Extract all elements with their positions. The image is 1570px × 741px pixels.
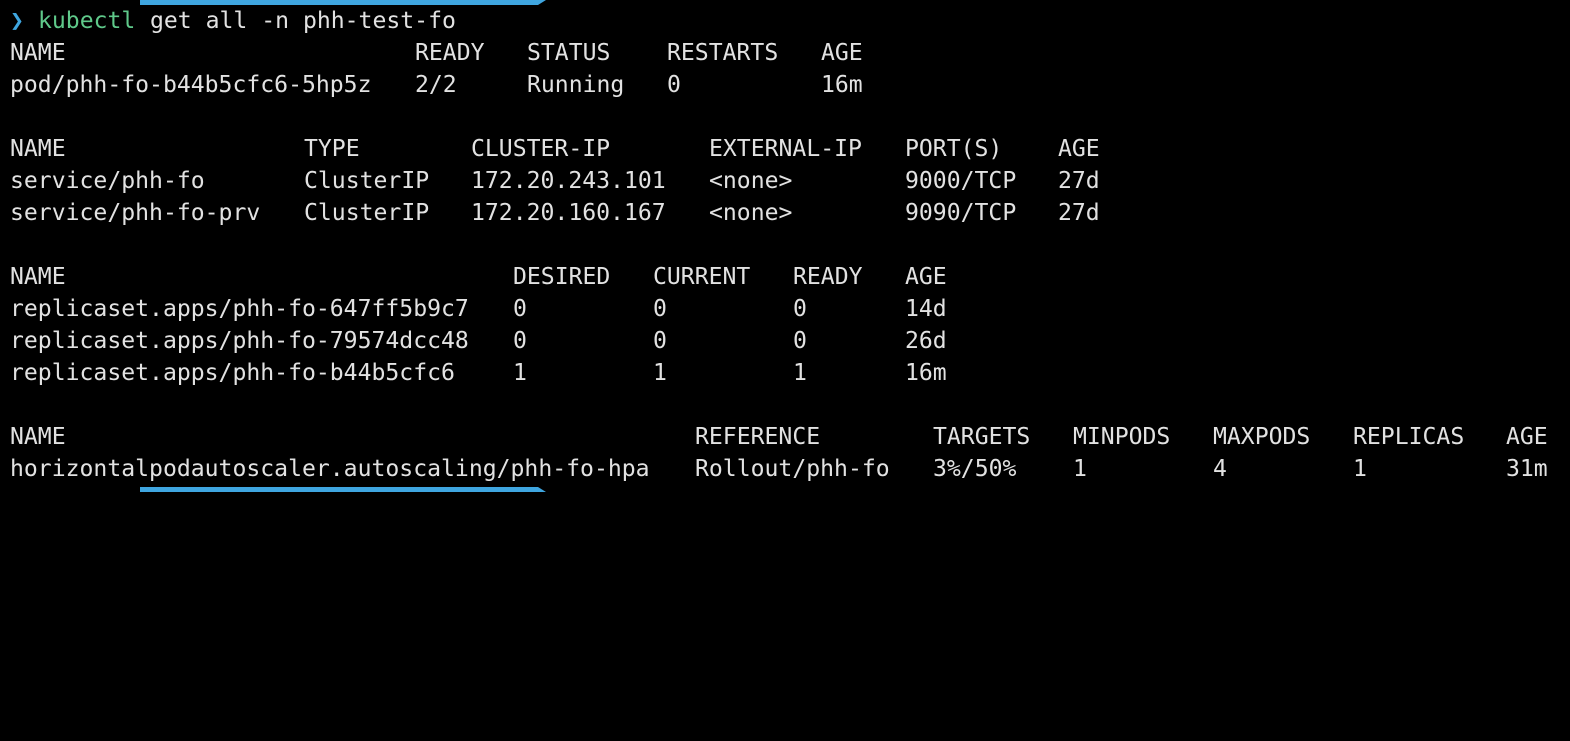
table-header: NAME READY STATUS RESTARTS AGE <box>0 37 863 69</box>
table-cell: 16m <box>905 360 947 386</box>
prompt-line: ❯ kubectl get all -n phh-test-fo <box>0 5 456 37</box>
column-header: AGE <box>1506 424 1548 450</box>
column-header: RESTARTS <box>667 40 779 66</box>
table-cell: 3%/50% <box>933 456 1017 482</box>
table-cell: service/phh-fo <box>10 168 205 194</box>
column-header: CLUSTER-IP <box>471 136 611 162</box>
column-header: TYPE <box>304 136 360 162</box>
table-cell: 1 <box>1353 456 1367 482</box>
table-cell: 0 <box>667 72 681 98</box>
column-header: READY <box>415 40 485 66</box>
table-cell: <none> <box>709 168 793 194</box>
table-cell: 1 <box>513 360 527 386</box>
table-cell: horizontalpodautoscaler.autoscaling/phh-… <box>10 456 650 482</box>
column-header: TARGETS <box>933 424 1031 450</box>
table-row: replicaset.apps/phh-fo-647ff5b9c7 0 0 0 … <box>0 293 947 325</box>
column-header: NAME <box>10 40 66 66</box>
table-cell: 0 <box>793 296 807 322</box>
column-header: STATUS <box>527 40 611 66</box>
table-row: pod/phh-fo-b44b5cfc6-5hp5z 2/2 Running 0… <box>0 69 863 101</box>
table-cell: 0 <box>793 328 807 354</box>
column-header: READY <box>793 264 863 290</box>
table-cell: 16m <box>821 72 863 98</box>
column-header: NAME <box>10 264 66 290</box>
column-header: MINPODS <box>1073 424 1171 450</box>
column-header: PORT(S) <box>905 136 1003 162</box>
table-row: replicaset.apps/phh-fo-b44b5cfc6 1 1 1 1… <box>0 357 947 389</box>
table-cell: 9000/TCP <box>905 168 1017 194</box>
column-header: EXTERNAL-IP <box>709 136 862 162</box>
table-cell: service/phh-fo-prv <box>10 200 261 226</box>
table-cell: 0 <box>513 296 527 322</box>
table-cell: 31m <box>1506 456 1548 482</box>
table-cell: replicaset.apps/phh-fo-647ff5b9c7 <box>10 296 469 322</box>
prompt-arguments: get all -n phh-test-fo <box>150 8 456 34</box>
table-cell: ClusterIP <box>304 168 430 194</box>
table-cell: 27d <box>1058 200 1100 226</box>
table-cell: 27d <box>1058 168 1100 194</box>
table-header: NAME DESIRED CURRENT READY AGE <box>0 261 947 293</box>
table-cell: 2/2 <box>415 72 457 98</box>
prompt-status-bar-bottom <box>140 487 546 492</box>
table-cell: 0 <box>513 328 527 354</box>
table-cell: 26d <box>905 328 947 354</box>
table-cell: 172.20.243.101 <box>471 168 666 194</box>
table-cell: 9090/TCP <box>905 200 1017 226</box>
prompt-command: kubectl <box>38 8 136 34</box>
table-cell: 1 <box>793 360 807 386</box>
prompt-chevron-icon: ❯ <box>10 8 24 34</box>
column-header: REFERENCE <box>695 424 821 450</box>
table-row: replicaset.apps/phh-fo-79574dcc48 0 0 0 … <box>0 325 947 357</box>
table-cell: ClusterIP <box>304 200 430 226</box>
table-row: service/phh-fo-prv ClusterIP 172.20.160.… <box>0 197 1100 229</box>
table-header: NAME TYPE CLUSTER-IP EXTERNAL-IP PORT(S)… <box>0 133 1100 165</box>
column-header: AGE <box>905 264 947 290</box>
table-cell: <none> <box>709 200 793 226</box>
table-cell: Running <box>527 72 625 98</box>
table-row: service/phh-fo ClusterIP 172.20.243.101 … <box>0 165 1100 197</box>
column-header: MAXPODS <box>1213 424 1311 450</box>
table-cell: replicaset.apps/phh-fo-79574dcc48 <box>10 328 469 354</box>
table-cell: 1 <box>1073 456 1087 482</box>
column-header: NAME <box>10 136 66 162</box>
table-cell: 172.20.160.167 <box>471 200 666 226</box>
column-header: AGE <box>1058 136 1100 162</box>
table-cell: 14d <box>905 296 947 322</box>
table-cell: replicaset.apps/phh-fo-b44b5cfc6 <box>10 360 455 386</box>
column-header: CURRENT <box>653 264 751 290</box>
table-cell: Rollout/phh-fo <box>695 456 890 482</box>
table-header: NAME REFERENCE TARGETS MINPODS MAXPODS R… <box>0 421 1548 453</box>
column-header: DESIRED <box>513 264 611 290</box>
column-header: NAME <box>10 424 66 450</box>
table-cell: 0 <box>653 296 667 322</box>
table-cell: 0 <box>653 328 667 354</box>
column-header: AGE <box>821 40 863 66</box>
table-row: horizontalpodautoscaler.autoscaling/phh-… <box>0 453 1548 485</box>
terminal-window[interactable]: ❯ kubectl get all -n phh-test-fo NAME RE… <box>0 0 1570 492</box>
column-header: REPLICAS <box>1353 424 1465 450</box>
table-cell: 4 <box>1213 456 1227 482</box>
table-cell: pod/phh-fo-b44b5cfc6-5hp5z <box>10 72 372 98</box>
table-cell: 1 <box>653 360 667 386</box>
